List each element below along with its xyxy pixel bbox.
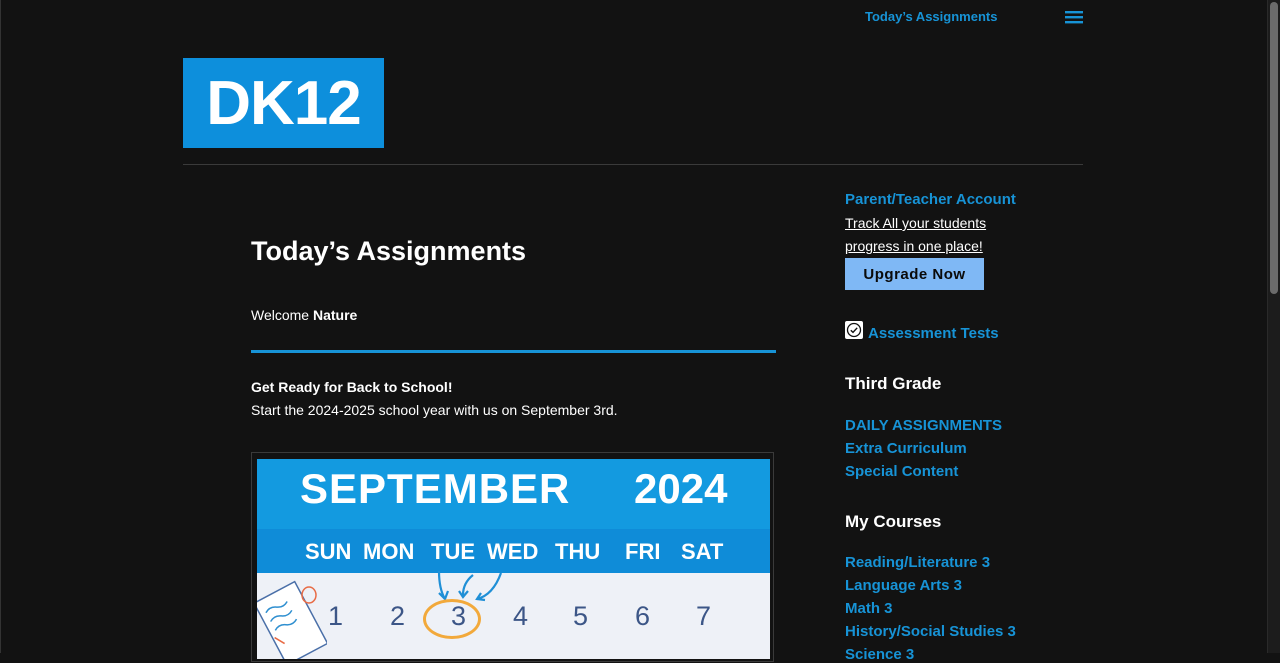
notice-text: Start the 2024-2025 school year with us …: [251, 402, 618, 418]
course-link-math[interactable]: Math 3: [845, 600, 893, 617]
calendar-date: 6: [635, 601, 651, 631]
window-edge: [0, 0, 1, 653]
track-students-link-line2[interactable]: progress in one place!: [845, 238, 983, 254]
weekday-label: SUN: [305, 539, 352, 564]
welcome-user-name: Nature: [312, 307, 358, 323]
notice-title: Get Ready for Back to School!: [251, 379, 453, 395]
calendar-date: 1: [328, 601, 344, 631]
hamburger-menu-icon[interactable]: [1065, 9, 1083, 25]
vertical-scrollbar[interactable]: [1267, 0, 1280, 653]
grade-heading: Third Grade: [845, 374, 942, 393]
calendar-date: 7: [696, 601, 712, 631]
weekday-label: WED: [487, 539, 539, 564]
course-link-history[interactable]: History/Social Studies 3: [845, 623, 1016, 640]
site-logo[interactable]: DK12: [183, 58, 384, 148]
upgrade-now-button[interactable]: Upgrade Now: [845, 258, 984, 290]
highlight-circle: [423, 599, 481, 639]
calendar-image: SEPTEMBER 2024 SUN MON TUE WED THU FRI S…: [257, 459, 770, 659]
calendar-date: 2: [390, 601, 406, 631]
my-courses-heading: My Courses: [845, 512, 942, 531]
welcome-message: Welcome Nature: [251, 307, 357, 323]
daily-assignments-link[interactable]: DAILY ASSIGNMENTS: [845, 417, 1002, 434]
scrollbar-thumb[interactable]: [1270, 2, 1278, 294]
weekday-label: MON: [363, 539, 415, 564]
weekday-label: TUE: [431, 539, 475, 564]
weekday-label: FRI: [625, 539, 661, 564]
welcome-prefix: Welcome: [251, 307, 310, 323]
assessment-tests-link[interactable]: Assessment Tests: [868, 325, 999, 342]
section-divider: [251, 350, 776, 353]
calendar-year: 2024: [634, 465, 728, 512]
track-students-link-line1[interactable]: Track All your students: [845, 215, 986, 231]
calendar-date: 5: [573, 601, 589, 631]
calendar-date: 4: [513, 601, 529, 631]
header-divider: [183, 164, 1083, 165]
special-content-link[interactable]: Special Content: [845, 463, 958, 480]
page-title: Today’s Assignments: [251, 236, 527, 266]
parent-teacher-account-link[interactable]: Parent/Teacher Account: [845, 191, 1016, 208]
checkmark-circle-icon: [845, 321, 863, 339]
course-link-language-arts[interactable]: Language Arts 3: [845, 577, 962, 594]
course-link-science[interactable]: Science 3: [845, 646, 914, 663]
extra-curriculum-link[interactable]: Extra Curriculum: [845, 440, 967, 457]
top-nav-todays-assignments[interactable]: Today’s Assignments: [865, 9, 997, 24]
notepad-sketch-icon: [257, 580, 327, 659]
weekday-label: THU: [555, 539, 601, 564]
course-link-reading[interactable]: Reading/Literature 3: [845, 554, 990, 571]
weekday-label: SAT: [681, 539, 724, 564]
calendar-month: SEPTEMBER: [300, 465, 571, 512]
